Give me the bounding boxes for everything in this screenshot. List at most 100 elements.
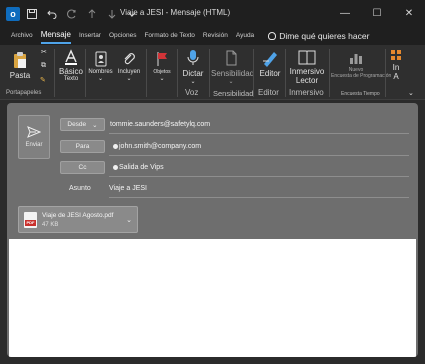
immersive-reader-sub-label: Lector: [295, 76, 319, 85]
pdf-badge: PDF: [25, 220, 36, 226]
tab-options[interactable]: Opciones: [109, 27, 136, 45]
collapse-ribbon-icon[interactable]: ⌄: [408, 89, 414, 97]
from-label: Desde: [67, 121, 87, 128]
ribbon: Pasta ✂ ⧉ ✎ Portapapeles Básico Texto No…: [0, 45, 425, 100]
to-button[interactable]: Para: [60, 140, 105, 153]
attachment-size: 47 KB: [42, 222, 59, 228]
addins-button[interactable]: In A: [389, 49, 403, 81]
names-label: Nombres: [88, 69, 113, 75]
from-underline: [109, 133, 409, 134]
group-clipboard-label: Portapapeles: [6, 90, 42, 96]
message-body[interactable]: [9, 239, 416, 357]
paste-button[interactable]: Pasta: [8, 51, 32, 80]
save-icon[interactable]: [24, 6, 40, 22]
cc-label: Cc: [78, 164, 87, 171]
maximize-button[interactable]: ☐: [361, 0, 393, 27]
tell-me-label: Dime qué quieres hacer: [279, 31, 370, 41]
send-button[interactable]: Enviar: [18, 115, 50, 159]
lightbulb-icon: [268, 32, 277, 40]
contact-status-icon: [113, 164, 118, 170]
arrow-up-icon[interactable]: [84, 6, 100, 22]
tab-insert[interactable]: Insertar: [79, 27, 101, 45]
from-value[interactable]: tommie.saunders@safetylq.com: [110, 121, 210, 128]
dictate-label: Dictar: [182, 69, 204, 78]
outlook-icon: o: [6, 6, 20, 21]
addins-sub-label: A: [393, 72, 399, 81]
cc-field[interactable]: Salida de Vips: [113, 164, 164, 171]
subject-underline: [109, 197, 409, 198]
group-immersive-label: Inmersivo: [289, 88, 324, 97]
tab-help[interactable]: Ayuda: [236, 27, 254, 45]
to-field[interactable]: john.smith@company.com: [113, 143, 201, 150]
subject-input[interactable]: Viaje a JESI: [109, 185, 147, 192]
separator: [177, 49, 178, 97]
sensitivity-icon: [226, 50, 237, 66]
sensitivity-button[interactable]: Sensibilidad ⌄: [211, 49, 254, 85]
immersive-reader-button[interactable]: Inmersivo Lector: [288, 49, 326, 85]
separator: [329, 49, 330, 97]
editor-icon: [263, 52, 277, 67]
cc-underline: [109, 176, 409, 177]
group-sensitivity-label: Sensibilidad: [213, 89, 254, 98]
contact-status-icon: [113, 143, 118, 149]
compose-pane: Enviar Desde ⌄ tommie.saunders@safetylq.…: [7, 103, 418, 357]
chevron-down-icon: ⌄: [92, 121, 98, 129]
paste-icon: [14, 52, 26, 68]
font-a-icon: [65, 49, 77, 65]
redo-icon[interactable]: [64, 6, 80, 22]
chevron-down-icon[interactable]: ⌄: [126, 216, 132, 224]
tab-review[interactable]: Revisión: [203, 27, 228, 45]
cc-button[interactable]: Cc: [60, 161, 105, 174]
send-label: Enviar: [25, 142, 43, 148]
immersive-reader-label: Inmersivo: [289, 67, 325, 76]
tags-label: Objetos: [153, 69, 171, 75]
address-book-icon: [95, 51, 106, 67]
ribbon-tabs: Archivo Mensaje Insertar Opciones Format…: [0, 27, 425, 45]
group-poll-label: Encuesta Tiempo: [341, 91, 380, 97]
dictate-button[interactable]: Dictar ⌄: [181, 49, 205, 85]
paste-label: Pasta: [9, 71, 31, 80]
arrow-down-icon[interactable]: [104, 6, 120, 22]
flag-icon: [157, 52, 167, 66]
attachment-name: Viaje de JESI Agosto.pdf: [42, 212, 114, 219]
microphone-icon: [187, 50, 199, 65]
basic-text-button[interactable]: Básico Texto: [58, 49, 84, 82]
undo-icon[interactable]: [44, 6, 60, 22]
copy-icon[interactable]: ⧉: [41, 62, 46, 70]
separator: [385, 49, 386, 97]
close-button[interactable]: ✕: [393, 0, 425, 27]
tab-file[interactable]: Archivo: [11, 27, 33, 45]
editor-button[interactable]: Editor: [257, 49, 283, 78]
from-button[interactable]: Desde ⌄: [60, 118, 105, 131]
names-button[interactable]: Nombres ⌄: [88, 51, 113, 82]
immersive-reader-icon: [298, 50, 316, 65]
quick-access-toolbar: o: [0, 6, 140, 22]
tab-message[interactable]: Mensaje: [40, 28, 71, 44]
poll-icon: [350, 54, 362, 64]
scheduling-poll-label: Encuesta de Programación: [331, 73, 392, 79]
attachment-card[interactable]: PDF Viaje de JESI Agosto.pdf 47 KB ⌄: [18, 206, 138, 233]
to-value: john.smith@company.com: [119, 143, 202, 150]
basic-text-label: Básico: [58, 67, 83, 76]
to-underline: [109, 155, 409, 156]
separator: [209, 49, 210, 97]
cc-value: Salida de Vips: [119, 164, 164, 171]
separator: [285, 49, 286, 97]
tags-button[interactable]: Objetos ⌄: [150, 51, 174, 82]
scheduling-poll-button[interactable]: Nuevo Encuesta de Programación: [331, 51, 391, 79]
separator: [54, 49, 55, 97]
title-bar: o Viaje a JESI - Mensaje (HTML) — ☐ ✕: [0, 0, 425, 27]
separator: [253, 49, 254, 97]
separator: [146, 49, 147, 97]
cut-icon[interactable]: ✂: [41, 48, 47, 56]
format-painter-icon[interactable]: ✎: [40, 76, 46, 84]
include-button[interactable]: Incluyen ⌄: [116, 51, 142, 82]
window-controls: — ☐ ✕: [329, 0, 425, 27]
to-label: Para: [75, 143, 90, 150]
group-voice-label: Voz: [185, 88, 199, 97]
basic-text-sub-label: Texto: [63, 76, 79, 82]
minimize-button[interactable]: —: [329, 0, 361, 27]
tell-me-search[interactable]: Dime qué quieres hacer: [268, 31, 369, 41]
tab-format-text[interactable]: Formato de Texto: [144, 27, 194, 45]
pdf-file-icon: PDF: [24, 212, 37, 228]
